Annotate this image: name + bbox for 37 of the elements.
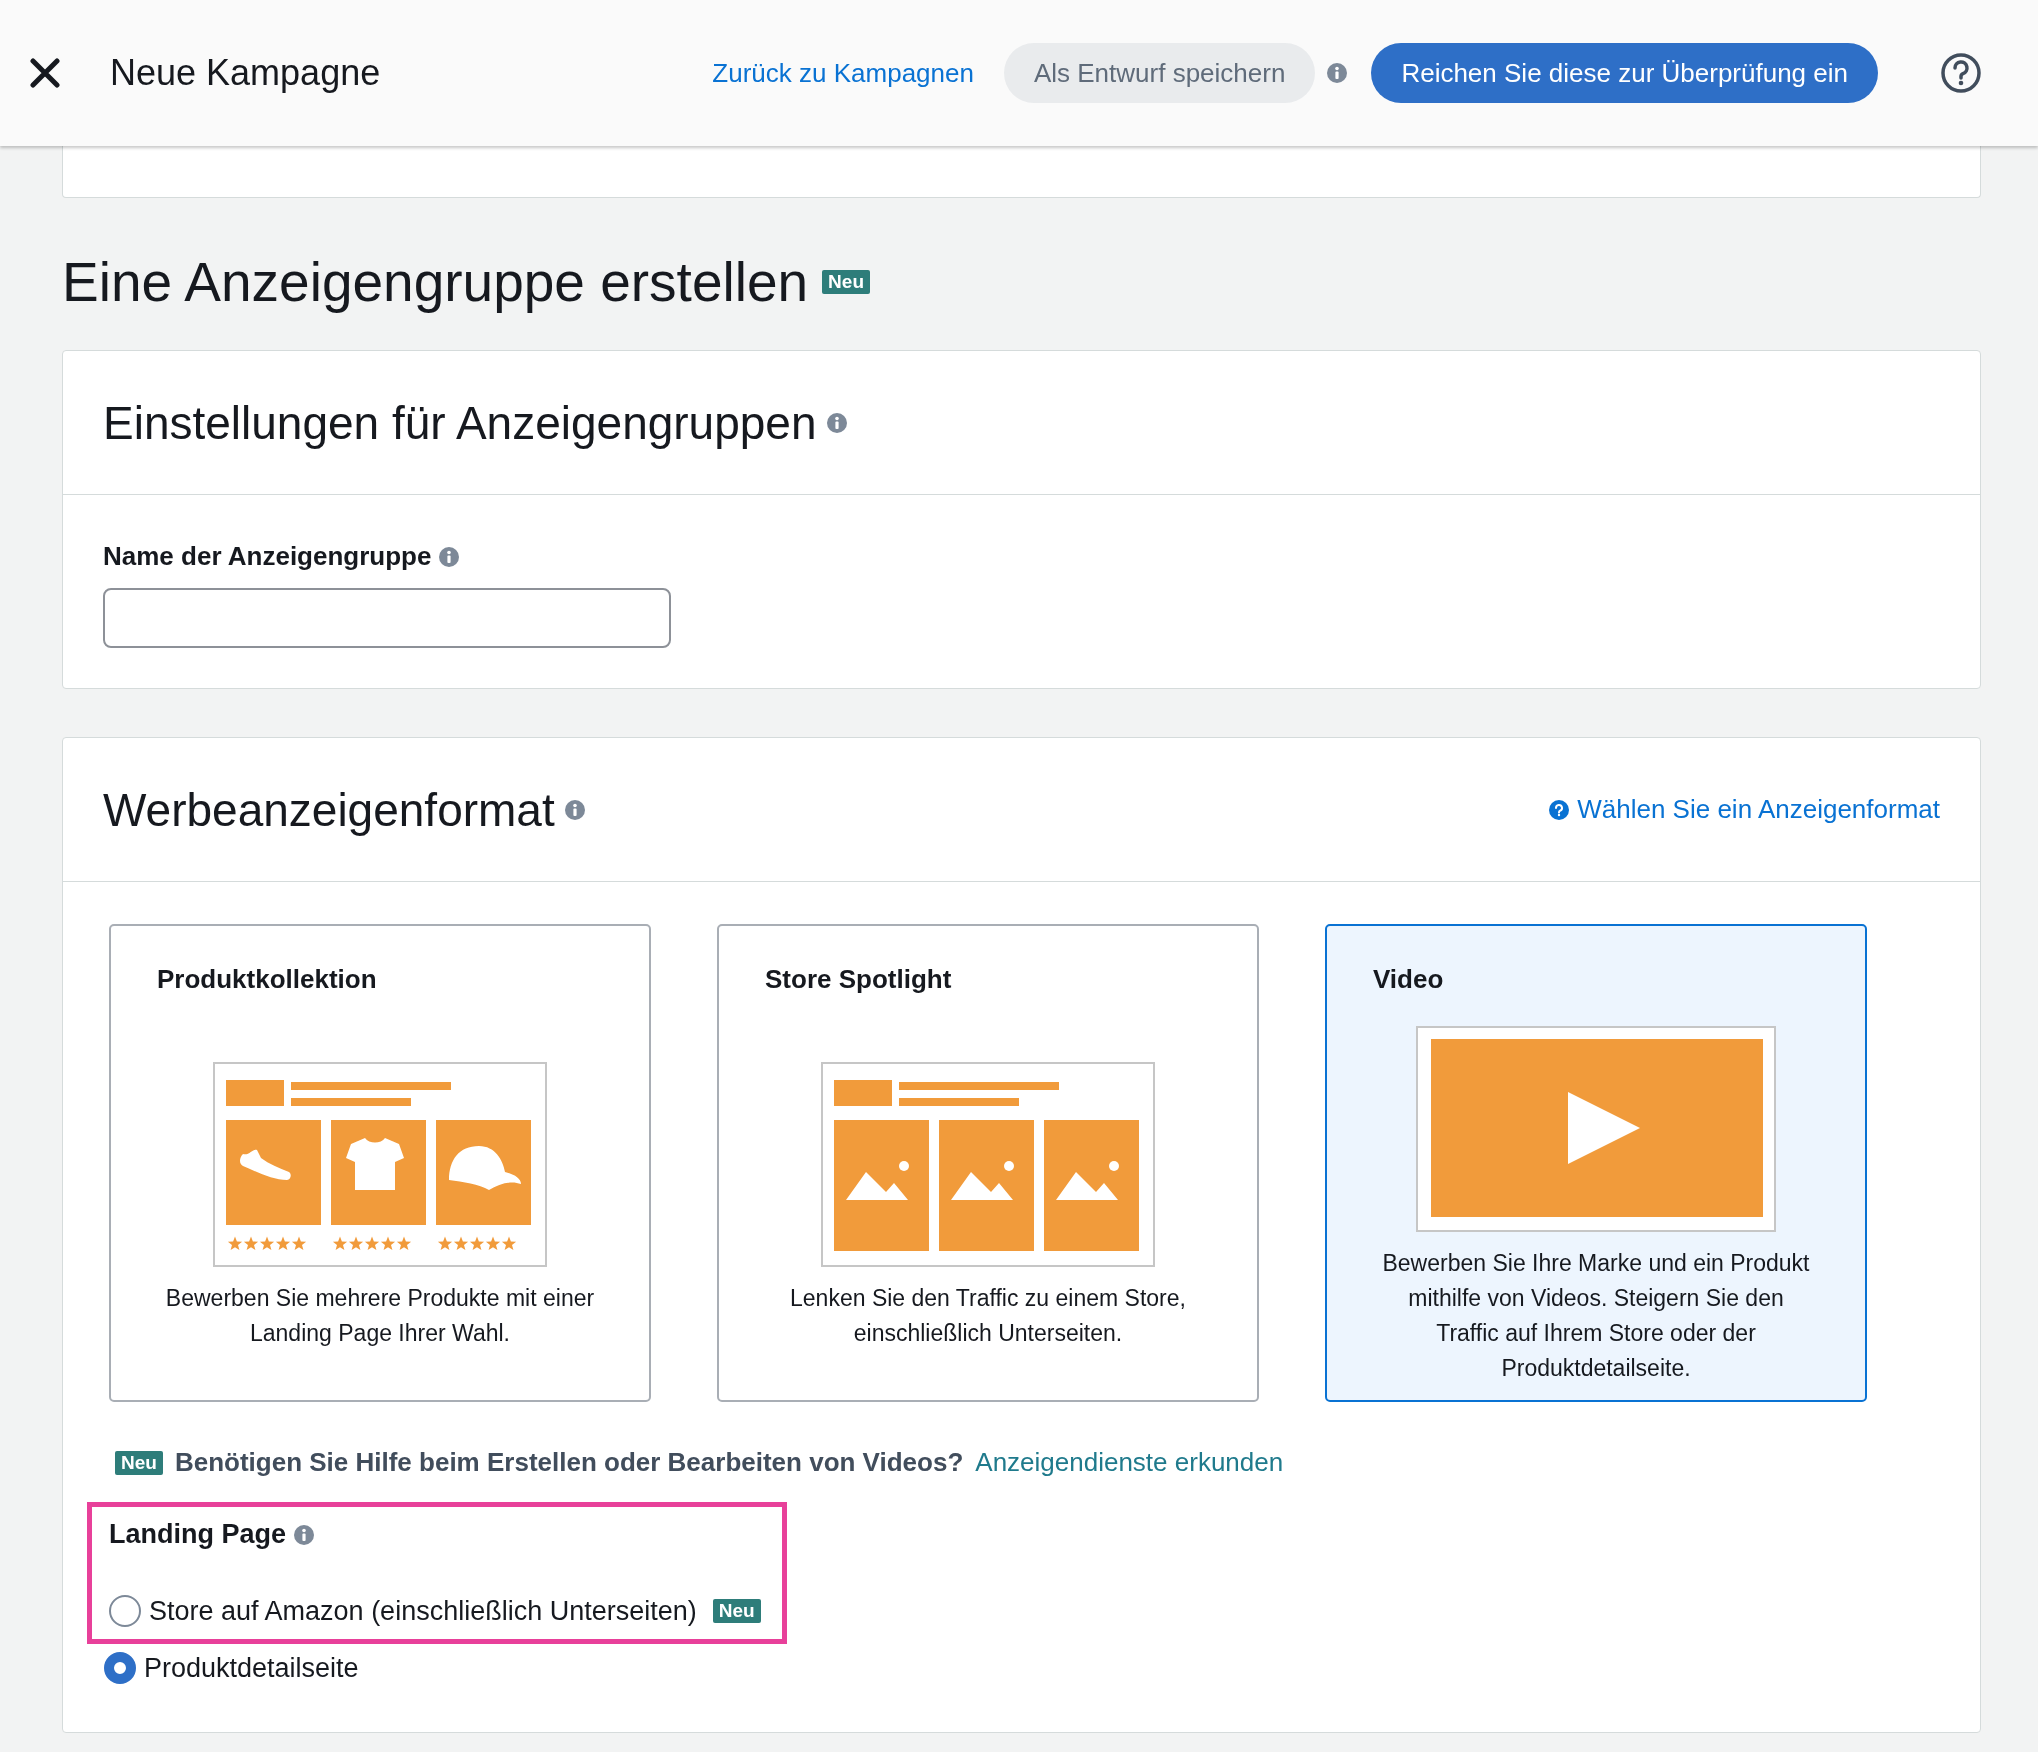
info-icon[interactable] — [826, 412, 847, 433]
radio-label[interactable]: Store auf Amazon (einschließlich Unterseiten) — [149, 1595, 697, 1627]
back-link[interactable]: Zurück zu Kampagnen — [712, 57, 974, 89]
submit-button[interactable]: Reichen Sie diese zur Überprüfung ein — [1371, 43, 1878, 103]
panel-title: Einstellungen für Anzeigengruppen — [103, 395, 817, 450]
radio-label[interactable]: Produktdetailseite — [144, 1652, 359, 1684]
draft-button[interactable]: Als Entwurf speichern — [1003, 43, 1316, 103]
format-card[interactable]: Store Spotlight Lenken Sie den Traffic zu einem Store, einschließlich Unterseiten. — [717, 924, 1259, 1402]
format-title: Store Spotlight — [765, 964, 953, 995]
format-card[interactable]: Video Bewerben Sie Ihre Marke und ein Produkt mithilfe von Videos. Steigern Sie den Traffic auf Ihrem Store oder der Produktdetailseite. — [1325, 924, 1867, 1402]
format-title: Produktkollektion — [157, 964, 378, 995]
info-icon[interactable] — [564, 799, 585, 820]
new-badge: Neu — [712, 1599, 761, 1623]
info-icon[interactable] — [439, 546, 460, 567]
info-icon[interactable] — [1327, 63, 1348, 83]
panel-title: Werbeanzeigenformat — [103, 782, 555, 837]
help-icon[interactable] — [1549, 799, 1570, 820]
page-title: Neue Kampagne — [110, 52, 382, 94]
format-description: Lenken Sie den Traffic zu einem Store, einschließlich Unterseiten. — [789, 1284, 1187, 1348]
format-description: Bewerben Sie mehrere Produkte mit einer Landing Page Ihrer Wahl. — [164, 1284, 596, 1348]
input-field[interactable] — [103, 588, 671, 648]
field-label: Name der Anzeigengruppe — [103, 541, 432, 572]
field-label: Landing Page — [109, 1519, 287, 1550]
new-badge: Neu — [822, 270, 870, 294]
info-icon[interactable] — [294, 1524, 315, 1545]
services-link[interactable]: Anzeigendienste erkunden — [975, 1447, 1284, 1478]
format-title: Video — [1373, 964, 1445, 995]
radio-button[interactable] — [104, 1652, 136, 1684]
radio-button[interactable] — [109, 1595, 141, 1627]
help-notice: Benötigen Sie Hilfe beim Erstellen oder Bearbeiten von Videos? — [174, 1447, 964, 1478]
help-link[interactable]: Wählen Sie ein Anzeigenformat — [1549, 794, 1940, 825]
help-icon[interactable] — [1940, 52, 1982, 94]
new-badge: Neu — [115, 1450, 163, 1475]
format-description: Bewerben Sie Ihre Marke und ein Produkt mithilfe von Videos. Steigern Sie den Traffic auf Ihrem Store oder der Produktdetailseite. — [1381, 1249, 1811, 1383]
close-icon[interactable] — [30, 58, 60, 88]
format-card[interactable]: Produktkollektion Bewerben Sie mehrere Produkte mit einer Landing Page Ihrer Wahl. — [109, 924, 651, 1402]
section-heading: Eine Anzeigengruppe erstellen — [62, 250, 809, 314]
